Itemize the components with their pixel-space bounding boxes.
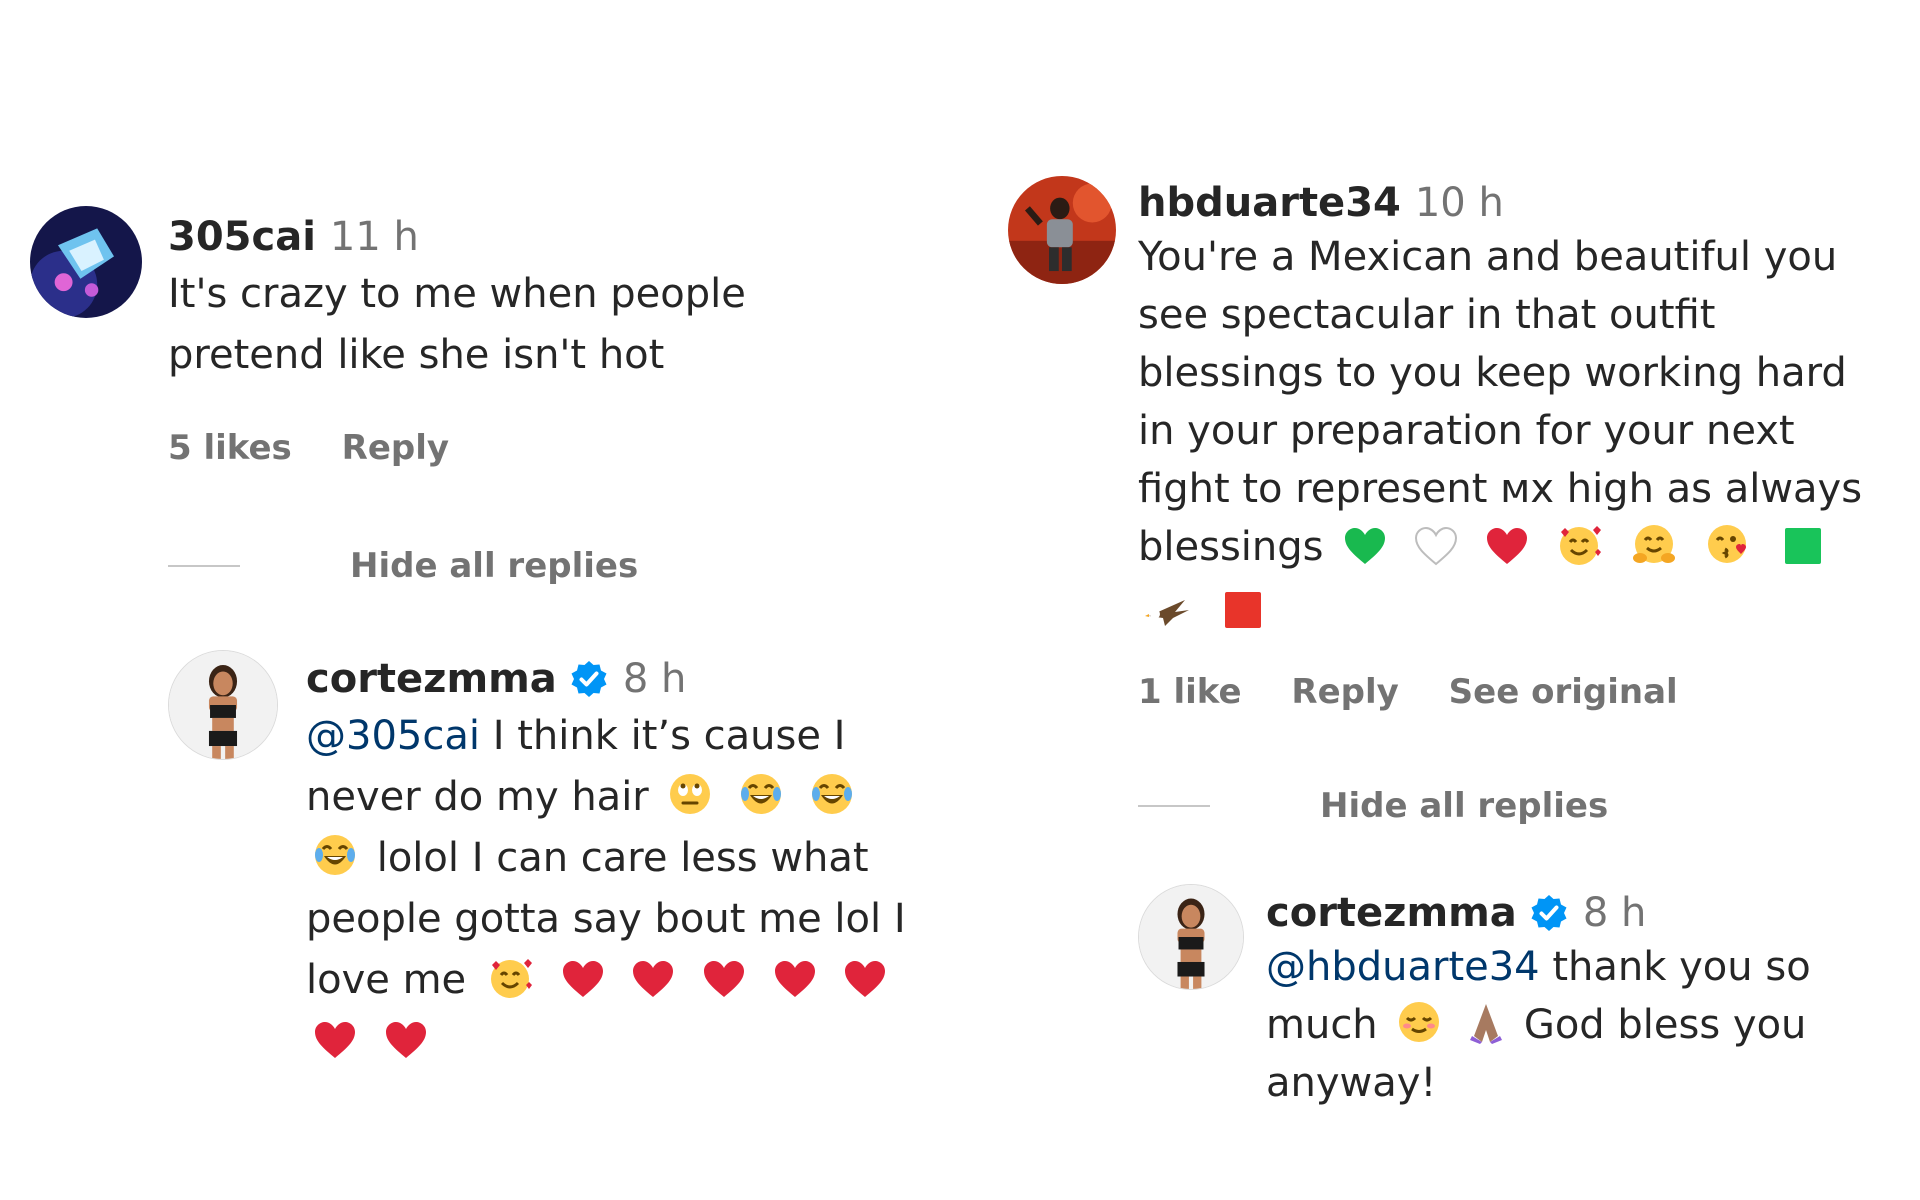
reply-username[interactable]: cortezmma bbox=[306, 656, 557, 702]
hide-replies-button[interactable]: Hide all replies bbox=[1138, 786, 1608, 826]
reply-time[interactable]: 8 h bbox=[623, 656, 687, 702]
red-heart-emoji bbox=[1485, 526, 1529, 566]
smiling-face-with-hearts-emoji bbox=[1555, 522, 1603, 566]
comment-text-body: You're a Mexican and beautiful you see s… bbox=[1138, 234, 1863, 570]
face-blowing-kiss-emoji bbox=[1705, 522, 1753, 566]
comment-actions: 1 like Reply See original bbox=[1138, 672, 1716, 712]
tears-of-joy-emoji bbox=[313, 833, 357, 877]
avatar-cortezmma[interactable] bbox=[168, 650, 278, 760]
avatar-305cai[interactable] bbox=[30, 206, 142, 318]
mention-305cai[interactable]: @305cai bbox=[306, 713, 480, 759]
likes-count[interactable]: 1 like bbox=[1138, 672, 1242, 712]
verified-badge-icon bbox=[1529, 893, 1569, 933]
red-heart-emoji bbox=[313, 1020, 357, 1060]
eagle-emoji bbox=[1145, 594, 1193, 630]
red-heart-emoji bbox=[561, 959, 605, 999]
replies-divider bbox=[1138, 805, 1210, 807]
avatar-cortezmma[interactable] bbox=[1138, 884, 1244, 990]
smiling-face-with-hearts-emoji bbox=[486, 955, 534, 999]
red-heart-emoji bbox=[843, 959, 887, 999]
tears-of-joy-emoji bbox=[810, 772, 854, 816]
relieved-face-emoji bbox=[1397, 1000, 1441, 1044]
replies-divider bbox=[168, 565, 240, 567]
white-heart-emoji bbox=[1414, 526, 1458, 566]
comment-username[interactable]: 305cai bbox=[168, 214, 316, 260]
reply-time[interactable]: 8 h bbox=[1583, 890, 1647, 936]
red-heart-emoji bbox=[384, 1020, 428, 1060]
tears-of-joy-emoji bbox=[739, 772, 783, 816]
folded-hands-emoji bbox=[1468, 1000, 1504, 1044]
eye-roll-emoji bbox=[668, 772, 712, 816]
reply-username[interactable]: cortezmma bbox=[1266, 890, 1517, 936]
hugging-face-emoji bbox=[1630, 522, 1678, 566]
hide-replies-button[interactable]: Hide all replies bbox=[168, 546, 638, 586]
red-heart-emoji bbox=[773, 959, 817, 999]
green-heart-emoji bbox=[1343, 526, 1387, 566]
red-square-emoji bbox=[1223, 588, 1263, 646]
red-heart-emoji bbox=[702, 959, 746, 999]
green-square-emoji bbox=[1783, 524, 1823, 582]
comment-time[interactable]: 10 h bbox=[1415, 180, 1504, 226]
comment-username[interactable]: hbduarte34 bbox=[1138, 180, 1401, 226]
comment-actions: 5 likes Reply bbox=[168, 428, 487, 468]
verified-badge-icon bbox=[569, 659, 609, 699]
avatar-hbduarte34[interactable] bbox=[1008, 176, 1116, 284]
mention-hbduarte34[interactable]: @hbduarte34 bbox=[1266, 944, 1540, 990]
comment-text: It's crazy to me when people pretend lik… bbox=[168, 271, 746, 378]
reply-button[interactable]: Reply bbox=[1291, 672, 1398, 712]
see-original-button[interactable]: See original bbox=[1449, 672, 1678, 712]
reply-text: @305cai I think it’s cause I never do my… bbox=[306, 706, 926, 1072]
reply-text: @hbduarte34 thank you so much God bless … bbox=[1266, 938, 1846, 1112]
comment-time[interactable]: 11 h bbox=[330, 214, 419, 260]
reply-button[interactable]: Reply bbox=[342, 428, 449, 468]
red-heart-emoji bbox=[631, 959, 675, 999]
hide-replies-label: Hide all replies bbox=[350, 546, 639, 586]
likes-count[interactable]: 5 likes bbox=[168, 428, 292, 468]
comment-text: You're a Mexican and beautiful you see s… bbox=[1138, 228, 1873, 646]
hide-replies-label: Hide all replies bbox=[1320, 786, 1609, 826]
